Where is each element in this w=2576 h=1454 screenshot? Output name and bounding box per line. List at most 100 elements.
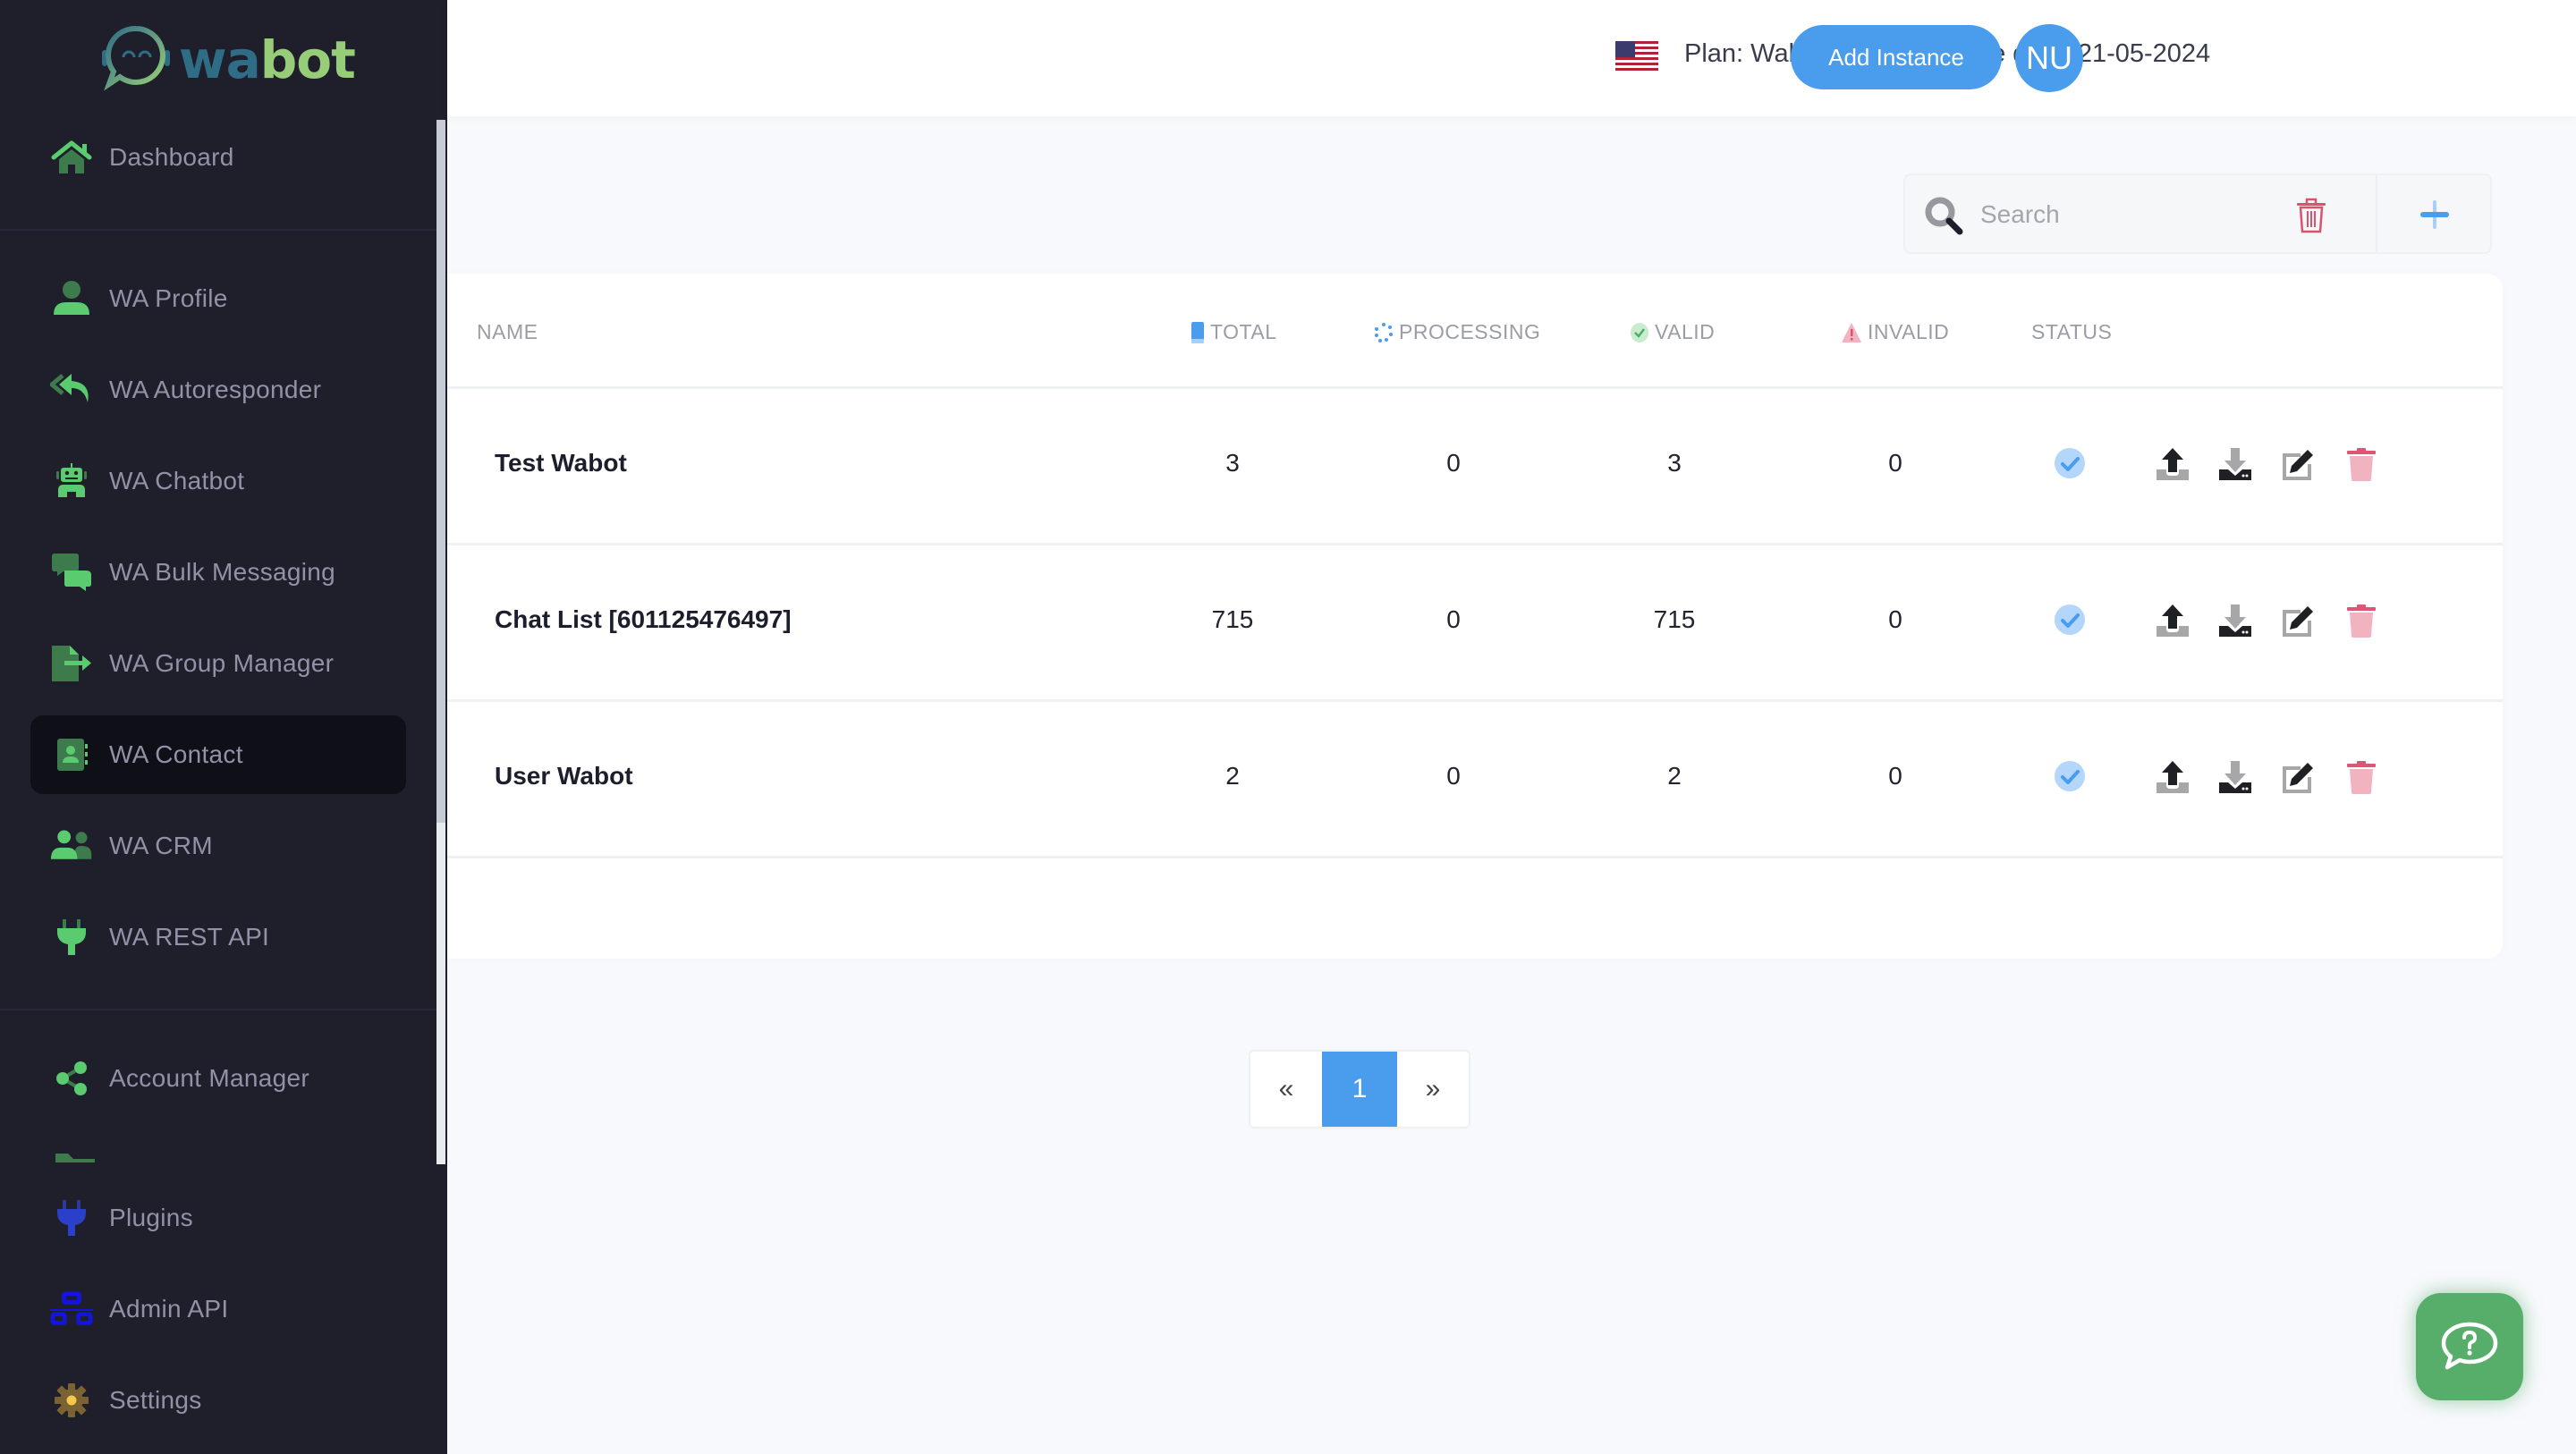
processing-count: 0 [1446,449,1461,477]
valid-count: 715 [1653,605,1696,633]
pagination-next[interactable]: » [1397,1052,1469,1127]
sidebar-item-wa-group-manager[interactable]: WA Group Manager [30,624,406,703]
logo-text: wabot [179,30,356,90]
download-icon[interactable] [2217,603,2253,638]
column-header-total[interactable]: TOTAL [1191,320,1277,344]
sidebar-item-settings[interactable]: Settings [30,1361,406,1440]
sidebar-item-wa-crm[interactable]: WA CRM [30,807,406,885]
column-header-invalid[interactable]: INVALID [1841,320,1949,344]
help-chat-button[interactable] [2416,1293,2523,1400]
comments-icon [50,553,93,592]
sidebar-item-wa-profile[interactable]: WA Profile [30,259,406,338]
sidebar-item-label: WA Contact [109,740,243,768]
chat-bubble-logo-icon [102,25,170,91]
list-name[interactable]: Test Wabot [495,449,627,478]
sidebar-divider [0,1009,436,1010]
sidebar-item-label: Dashboard [109,143,234,171]
delete-icon[interactable] [2343,603,2379,638]
sidebar-item-label: Plugins [109,1204,193,1231]
add-instance-button[interactable]: Add Instance [1791,25,2002,89]
column-header-valid[interactable]: VALID [1630,320,1715,344]
sidebar-item-label: WA REST API [109,923,270,951]
total-count: 2 [1225,762,1240,790]
sidebar-item-label: WA Bulk Messaging [109,558,336,586]
column-header-status: STATUS [2031,320,2113,343]
sidebar-item-admin-api[interactable]: Admin API [30,1270,406,1348]
sidebar-item-label: WA Profile [109,284,228,312]
sidebar-item-label: Account Manager [109,1064,309,1092]
edit-icon[interactable] [2281,759,2317,795]
sidebar-scrollbar[interactable] [436,120,445,1164]
gear-icon [50,1381,93,1420]
row-divider [447,699,2503,702]
mobile-icon [1191,321,1204,343]
processing-count: 0 [1446,605,1461,633]
pagination-prev[interactable]: « [1250,1052,1322,1127]
delete-icon[interactable] [2343,446,2379,482]
upload-icon[interactable] [2155,759,2190,795]
us-flag-icon[interactable] [1615,41,1658,73]
sidebar-scrollbar-thumb[interactable] [436,120,445,823]
sidebar-item-label: WA CRM [109,832,213,859]
pagination-page-1[interactable]: 1 [1322,1052,1397,1127]
wabot-logo[interactable]: wabot [98,23,358,97]
total-count: 715 [1211,605,1254,633]
sidebar-item-label: WA Chatbot [109,467,245,495]
question-chat-icon [2441,1322,2498,1370]
sidebar-item-wa-autoresponder[interactable]: WA Autoresponder [30,351,406,429]
warning-icon [1842,322,1861,342]
sidebar-item-wa-contact[interactable]: WA Contact [30,715,406,794]
sidebar: wabot Dashboard WA Profile WA Autorespon… [0,0,447,1454]
add-contact-list-button[interactable] [2406,191,2463,238]
sidebar-item-label: WA Autoresponder [109,376,322,403]
column-header-processing[interactable]: PROCESSING [1374,320,1540,344]
delete-selected-button[interactable] [2290,193,2333,238]
home-icon [50,138,93,177]
edit-icon[interactable] [2281,446,2317,482]
sidebar-item-dashboard[interactable]: Dashboard [30,118,406,197]
search-icon[interactable] [1923,195,1966,238]
sidebar-item-label: Settings [109,1386,202,1414]
sitemap-icon [50,1289,93,1329]
list-name[interactable]: Chat List [601125476497] [495,605,792,634]
processing-count: 0 [1446,762,1461,790]
user-icon [50,279,93,318]
status-check-icon [2055,761,2085,791]
user-avatar[interactable]: NU [2015,24,2083,92]
users-icon [50,826,93,866]
toolbar-divider [2376,175,2377,252]
download-icon[interactable] [2217,446,2253,482]
folder-icon [48,1152,98,1162]
invalid-count: 0 [1888,449,1902,477]
upload-icon[interactable] [2155,603,2190,638]
edit-icon[interactable] [2281,603,2317,638]
sidebar-item-account-manager[interactable]: Account Manager [30,1039,406,1118]
search-toolbar [1903,173,2492,254]
sidebar-item-plugins[interactable]: Plugins [30,1179,406,1257]
spinner-icon [1375,322,1393,342]
invalid-count: 0 [1888,605,1902,633]
plus-icon [2420,200,2449,229]
address-book-icon [50,735,93,774]
row-divider [447,386,2503,389]
sidebar-item-wa-chatbot[interactable]: WA Chatbot [30,442,406,520]
file-export-icon [50,644,93,683]
reply-all-icon [50,370,93,410]
valid-count: 3 [1667,449,1682,477]
delete-icon[interactable] [2343,759,2379,795]
plug-icon [50,917,93,957]
robot-icon [50,461,93,501]
sidebar-item-wa-bulk-messaging[interactable]: WA Bulk Messaging [30,533,406,612]
contact-lists-table: NAME TOTAL PROCESSING VALID INVALID STAT… [447,274,2503,959]
row-divider [447,856,2503,858]
top-header: Plan: Wabot Plus Expire date: 21-05-2024… [447,0,2576,116]
sidebar-divider [0,229,436,231]
list-name[interactable]: User Wabot [495,762,633,790]
pagination: « 1 » [1249,1050,1470,1129]
download-icon[interactable] [2217,759,2253,795]
upload-icon[interactable] [2155,446,2190,482]
search-input[interactable] [1980,191,2249,238]
sidebar-item-wa-rest-api[interactable]: WA REST API [30,898,406,976]
column-header-name[interactable]: NAME [477,320,538,344]
check-circle-icon [1631,322,1648,342]
